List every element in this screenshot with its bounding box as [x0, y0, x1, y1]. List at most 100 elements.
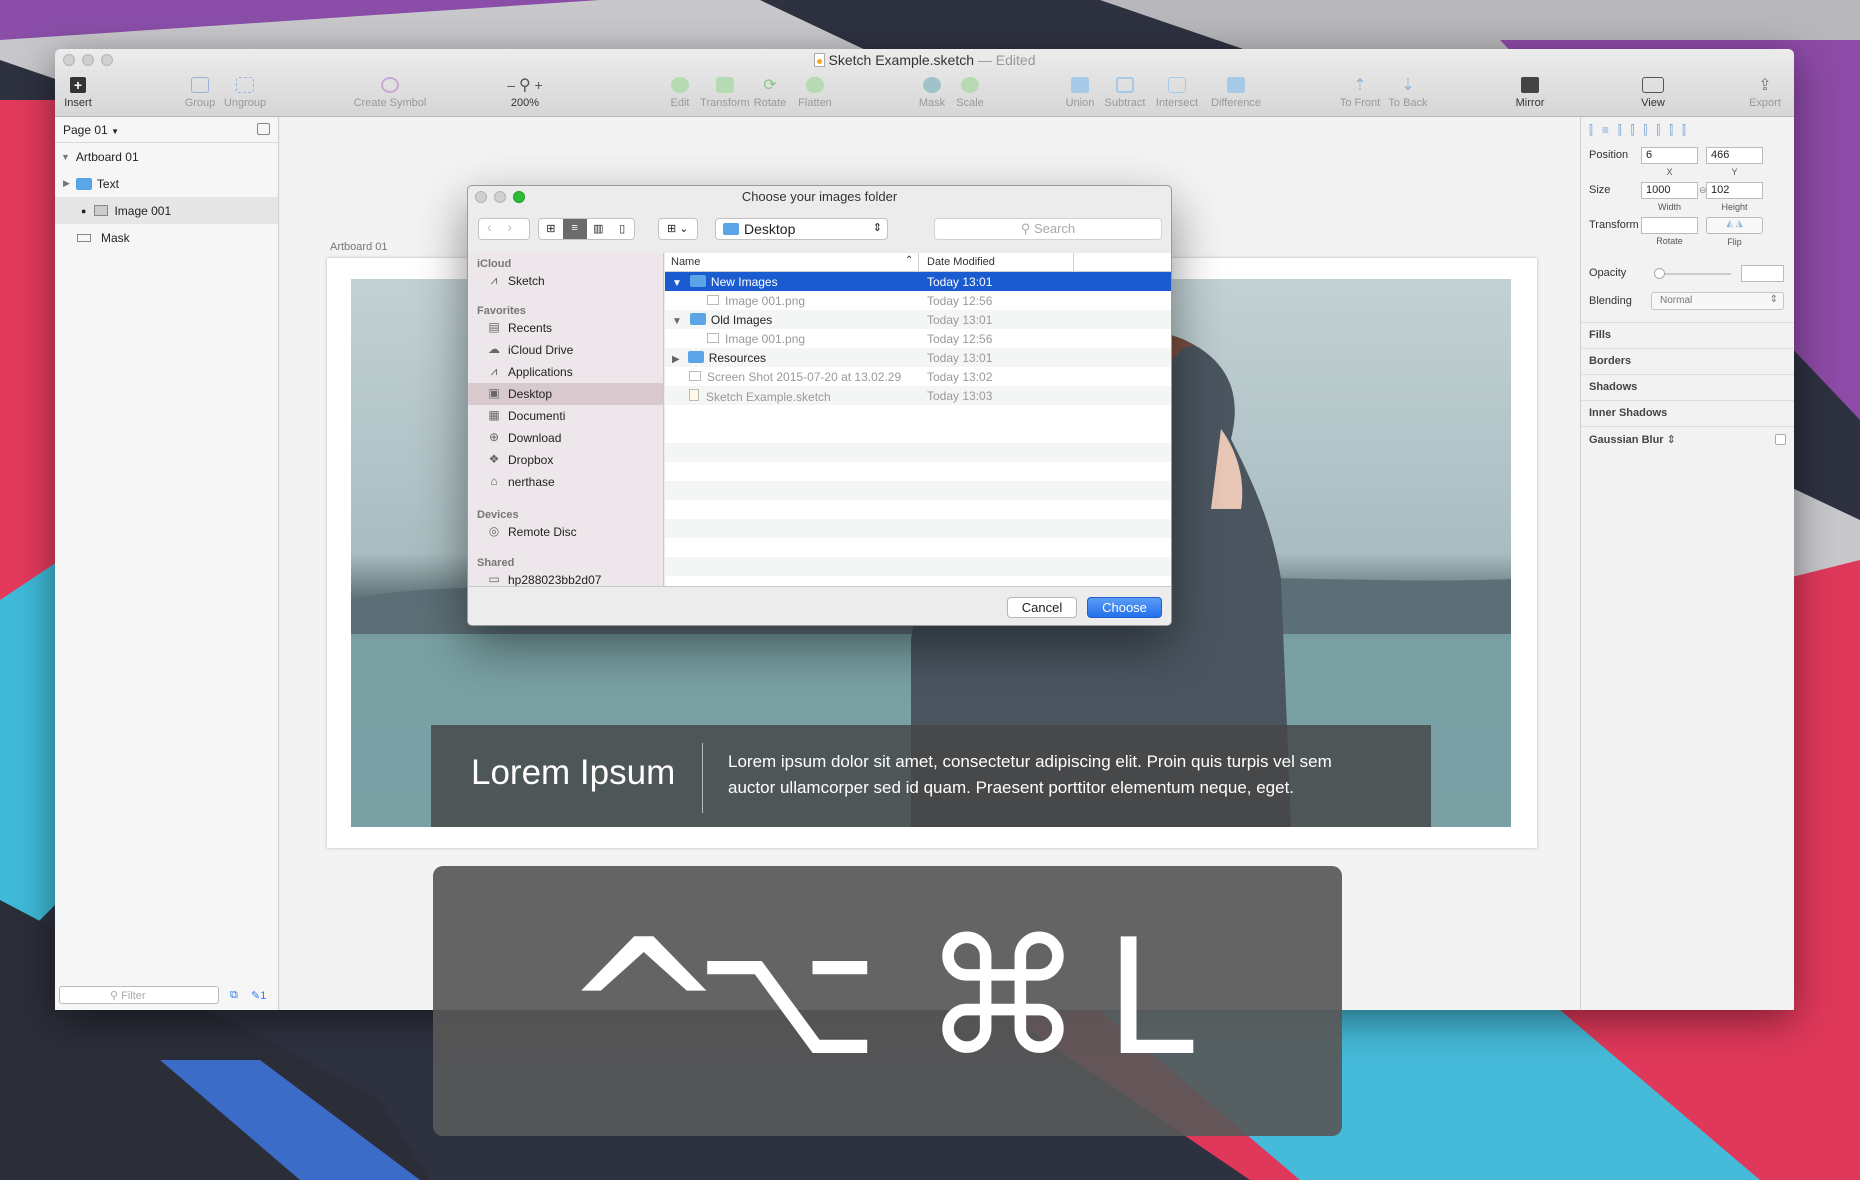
- column-view-icon[interactable]: ▥: [587, 219, 611, 239]
- rotate-field[interactable]: [1641, 217, 1698, 234]
- dropbox-icon: ❖: [488, 452, 500, 466]
- subtract-button[interactable]: Subtract: [1095, 74, 1155, 109]
- inner-shadows-section[interactable]: Inner Shadows: [1581, 400, 1794, 426]
- sidebar-item-applications[interactable]: ⩘ Applications: [468, 361, 663, 383]
- sidebar-item-shared-host[interactable]: ▭ hp288023bb2d07: [468, 569, 663, 587]
- computer-icon: ▭: [488, 572, 500, 586]
- shadows-section[interactable]: Shadows: [1581, 374, 1794, 400]
- edit-icon: [671, 77, 689, 93]
- position-y-field[interactable]: 466: [1706, 147, 1763, 164]
- file-row[interactable]: Sketch Example.sketch Today 13:03: [665, 386, 1171, 405]
- width-field[interactable]: 1000: [1641, 182, 1698, 199]
- scale-icon: [961, 77, 979, 93]
- height-field[interactable]: 102: [1706, 182, 1763, 199]
- file-row[interactable]: ▼ New Images Today 13:01: [665, 272, 1171, 291]
- file-row[interactable]: Image 001.png Today 12:56: [665, 291, 1171, 310]
- blur-checkbox[interactable]: [1775, 434, 1786, 445]
- sketch-file-icon: [689, 389, 699, 401]
- slider-knob[interactable]: [1654, 268, 1665, 279]
- icon-view-icon[interactable]: ⊞: [539, 219, 563, 239]
- dialog-title: Choose your images folder: [741, 189, 898, 204]
- window-title: Sketch Example.sketch — Edited: [55, 52, 1794, 68]
- opacity-field[interactable]: [1741, 265, 1784, 282]
- bullet-icon: ●: [81, 205, 87, 216]
- zoom-in-icon[interactable]: +: [535, 77, 543, 93]
- location-popup[interactable]: Desktop ⇕: [715, 218, 888, 240]
- sidebar-item-remote-disc[interactable]: ◎ Remote Disc: [468, 521, 663, 543]
- intersect-button[interactable]: Intersect: [1147, 74, 1207, 109]
- disclosure-closed-icon[interactable]: ▶: [672, 354, 680, 365]
- flatten-button[interactable]: Flatten: [785, 74, 845, 109]
- search-field[interactable]: ⚲ Search: [934, 218, 1162, 240]
- dialog-footer: Cancel Choose: [468, 586, 1171, 625]
- layer-artboard[interactable]: ▼ Artboard 01: [55, 143, 278, 170]
- blending-select[interactable]: Normal ⇕: [1651, 292, 1784, 310]
- view-button[interactable]: View: [1633, 74, 1673, 109]
- borders-section[interactable]: Borders: [1581, 348, 1794, 374]
- nav-back-forward[interactable]: ‹ ›: [478, 218, 530, 240]
- edited-filter-icon[interactable]: ✎1: [251, 989, 266, 1002]
- union-icon: [1071, 77, 1089, 93]
- layers-panel: Page 01 ▼ ▼ Artboard 01 ▶ Text ● Image 001 …: [55, 117, 279, 1010]
- to-front-button[interactable]: ⇡ To Front: [1335, 74, 1385, 109]
- sidebar-item-download[interactable]: ⊕ Download: [468, 427, 663, 449]
- file-row[interactable]: Screen Shot 2015-07-20 at 13.02.29 Today …: [665, 367, 1171, 386]
- sidebar-item-desktop[interactable]: ▣ Desktop: [468, 383, 663, 405]
- name-column-header[interactable]: Name: [671, 256, 700, 268]
- to-back-button[interactable]: ⇣ To Back: [1383, 74, 1433, 109]
- sidebar-item-dropbox[interactable]: ❖ Dropbox: [468, 449, 663, 471]
- pages-toggle-icon[interactable]: [257, 123, 270, 135]
- choose-folder-dialog: Choose your images folder ‹ › ⊞ ≡ ▥ ▯ ⊞ …: [467, 185, 1172, 626]
- cloud-icon: ☁: [488, 342, 500, 356]
- transform-icon: [716, 77, 734, 93]
- zoom-control[interactable]: – ⚲ +200%: [495, 74, 555, 109]
- file-list: Name ⌃ Date Modified ▼ New Images Today 13…: [665, 253, 1171, 586]
- arrange-menu[interactable]: ⊞ ⌄: [658, 218, 698, 240]
- opacity-label: Opacity: [1589, 267, 1627, 279]
- choose-button[interactable]: Choose: [1087, 597, 1162, 618]
- layer-mask[interactable]: Mask: [55, 224, 278, 251]
- view-mode-segment[interactable]: ⊞ ≡ ▥ ▯: [538, 218, 635, 240]
- fills-section[interactable]: Fills: [1581, 322, 1794, 348]
- file-row[interactable]: Image 001.png Today 12:56: [665, 329, 1171, 348]
- insert-button[interactable]: + Insert: [61, 74, 95, 109]
- alignment-toolbar: ⫿≡⫿⫿⫿⫿⫿⫿: [1589, 123, 1695, 137]
- coverflow-view-icon[interactable]: ▯: [610, 219, 634, 239]
- file-row[interactable]: ▶ Resources Today 13:01: [665, 348, 1171, 367]
- plus-icon: +: [70, 77, 86, 93]
- create-symbol-button[interactable]: Create Symbol: [345, 74, 435, 109]
- image-icon: [94, 205, 109, 216]
- difference-button[interactable]: Difference: [1201, 74, 1271, 109]
- page-selector[interactable]: Page 01 ▼: [55, 117, 278, 143]
- export-button[interactable]: ⇪ Export: [1745, 74, 1785, 109]
- symbols-filter-icon[interactable]: ⧉: [230, 989, 238, 1002]
- list-view-icon[interactable]: ≡: [562, 219, 587, 239]
- export-icon: ⇪: [1758, 77, 1772, 94]
- position-x-field[interactable]: 6: [1641, 147, 1698, 164]
- scale-button[interactable]: Scale: [945, 74, 995, 109]
- zoom-out-icon[interactable]: –: [507, 77, 515, 93]
- mirror-button[interactable]: Mirror: [1505, 74, 1555, 109]
- sketch-document-icon: [813, 53, 825, 67]
- sidebar-item-recents[interactable]: ▤ Recents: [468, 317, 663, 339]
- sidebar-item-documenti[interactable]: ▦ Documenti: [468, 405, 663, 427]
- flip-buttons[interactable]: ◭ ◮: [1706, 217, 1763, 234]
- sidebar-item-icloud-drive[interactable]: ☁ iCloud Drive: [468, 339, 663, 361]
- layer-image[interactable]: ● Image 001: [55, 197, 278, 224]
- sidebar-item-sketch[interactable]: ⩘ Sketch: [468, 270, 663, 292]
- opacity-slider[interactable]: [1654, 268, 1731, 279]
- file-row[interactable]: ▼ Old Images Today 13:01: [665, 310, 1171, 329]
- disclosure-open-icon[interactable]: ▼: [672, 278, 682, 289]
- cancel-button[interactable]: Cancel: [1007, 597, 1077, 618]
- back-icon[interactable]: ‹: [487, 219, 492, 235]
- filter-input[interactable]: ⚲ Filter: [59, 986, 219, 1004]
- sidebar-item-home[interactable]: ⌂ nerthase: [468, 471, 663, 493]
- layer-text-group[interactable]: ▶ Text: [55, 170, 278, 197]
- sort-ascending-icon: ⌃: [905, 255, 914, 266]
- search-icon: ⚲: [1020, 221, 1031, 236]
- forward-icon[interactable]: ›: [507, 219, 512, 235]
- disclosure-open-icon[interactable]: ▼: [672, 316, 682, 327]
- ungroup-button[interactable]: Ungroup: [215, 74, 275, 109]
- gaussian-blur-section[interactable]: Gaussian Blur ⇕: [1581, 426, 1794, 452]
- date-column-header[interactable]: Date Modified: [927, 256, 995, 268]
